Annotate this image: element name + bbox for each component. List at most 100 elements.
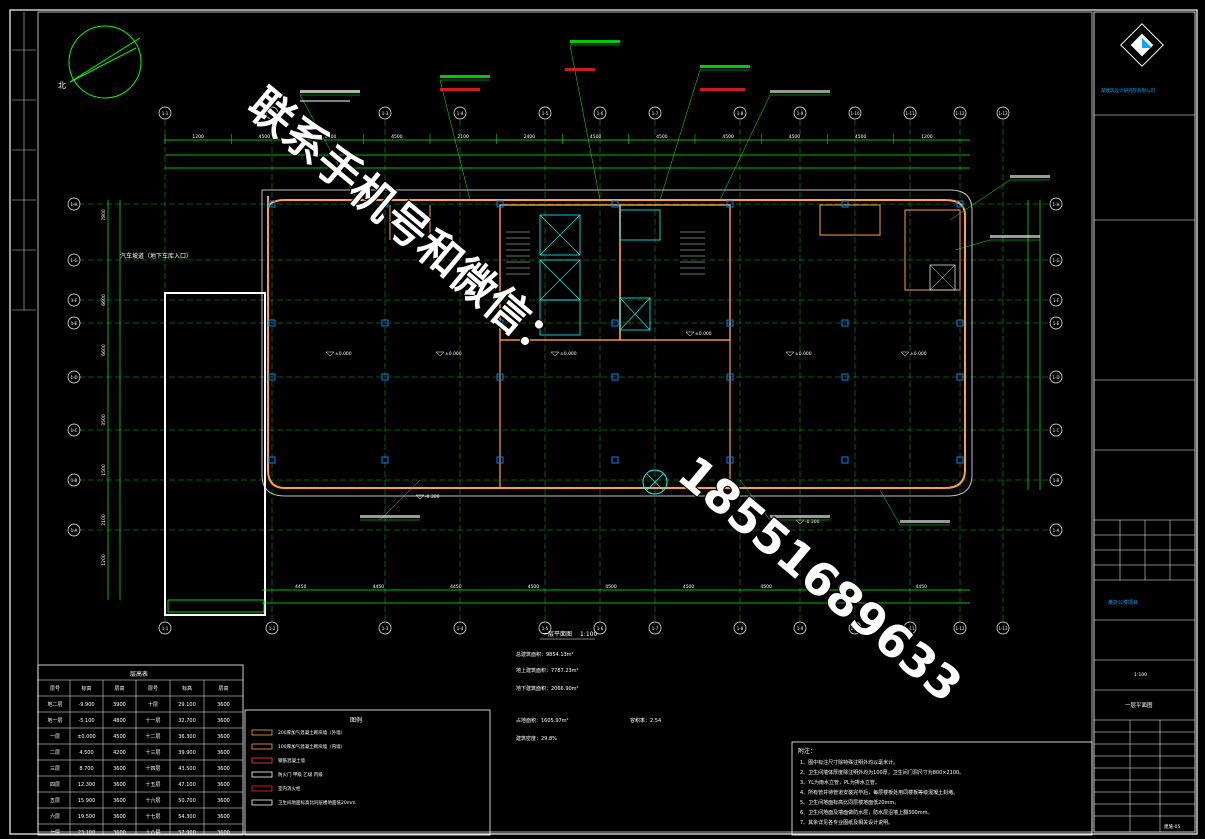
- drawing-frame: [9, 9, 1198, 835]
- legend-swatch: [251, 743, 273, 750]
- table-cell: 43.500: [178, 766, 196, 772]
- table-header: 层号: [50, 686, 60, 692]
- dim-label-left: 6600: [101, 294, 107, 306]
- svg-text:图例: 图例: [350, 716, 362, 724]
- legend-swatch: [251, 757, 273, 764]
- axis-label: 1-7: [652, 111, 659, 116]
- table-cell: 4.500: [79, 750, 93, 756]
- table-cell: 3600: [217, 766, 230, 772]
- watermark: 联系手机号和微信： 18551689633: [237, 78, 973, 713]
- legend-swatch: [251, 771, 273, 778]
- area-stat: 建筑密度：29.8%: [516, 735, 557, 742]
- svg-text:一层平面图: 一层平面图: [542, 631, 572, 638]
- axis-bubble-right: 1-C: [1049, 423, 1063, 437]
- axis-label: 1-1: [162, 626, 169, 631]
- dim-label-bottom: 4450: [295, 584, 307, 590]
- legend-label: 卫生间地面标高比同层楼地面低20mm: [278, 799, 356, 806]
- axis-label: 1-9: [797, 626, 804, 631]
- table-cell: 十二层: [145, 733, 160, 740]
- table-cell: 十七层: [145, 813, 160, 820]
- column: [841, 456, 849, 464]
- table-cell: 十六层: [145, 797, 160, 804]
- table-cell: 36.300: [178, 734, 196, 740]
- table-cell: 50.700: [178, 798, 196, 804]
- floor-height-table: 层高表 层号 标高 层高 层号 标高 层高地二层 -9.900 3900 十层 29.100 360…: [37, 664, 244, 836]
- axis-label: 1-B: [71, 478, 78, 483]
- table-cell: 3600: [217, 750, 230, 756]
- axis-bubble-top: 1-8: [733, 106, 747, 120]
- elevation-mark: ±0.000: [785, 351, 812, 357]
- dim-label-left: 6600: [101, 344, 107, 356]
- axis-label: 1-G: [1052, 258, 1059, 263]
- project-name: 某办公楼项目: [1108, 599, 1138, 606]
- axis-label: 1-3: [382, 626, 389, 631]
- note-line: 7、其余详见各专业图纸及相关设计说明。: [800, 819, 893, 826]
- axis-bubble-bottom: 1-7: [648, 621, 662, 635]
- table-cell: 地一层: [47, 717, 62, 724]
- svg-text:层高表: 层高表: [130, 670, 148, 678]
- table-cell: 二层: [50, 750, 60, 756]
- svg-text:±0.000: ±0.000: [560, 351, 577, 357]
- dim-label-top: 4500: [789, 134, 801, 140]
- legend-item: 100厚加气混凝土砌块墙（内墙）: [251, 743, 345, 750]
- cad-drawing-canvas: 北 1-11-11-21-21-31-31-41-41-51-51-61-61-…: [9, 9, 1198, 836]
- table-cell: 3600: [113, 766, 126, 772]
- table-cell: 32.700: [178, 718, 196, 724]
- axis-bubble-left: 1-A: [67, 523, 81, 537]
- table-cell: 三层: [50, 766, 60, 772]
- area-stat: 总建筑面积：9854.13m²: [516, 651, 574, 658]
- note-line: 4、所有管井待管道安装完毕后，每层楼板处用同楼板等级混凝土封堵。: [800, 789, 958, 796]
- sheet-scale: 1:100: [1134, 672, 1147, 678]
- axis-label: 1-4: [457, 111, 464, 116]
- dim-label-bottom: 4450: [450, 584, 462, 590]
- axis-bubble-right: 1-D: [1049, 370, 1063, 384]
- elevation-mark: ±0.000: [685, 331, 712, 337]
- table-cell: 七层: [50, 829, 60, 836]
- axis-bubble-bottom: 1-8: [733, 621, 747, 635]
- dim-label-top: 1200: [192, 134, 204, 140]
- north-arrow: 北: [58, 25, 142, 99]
- dim-label-bottom: 4500: [683, 584, 695, 590]
- table-cell: 十层: [148, 701, 158, 708]
- table-cell: 十八层: [145, 829, 160, 836]
- table-cell: ±0.000: [77, 734, 96, 740]
- axis-bubble-right: 1-G: [1049, 253, 1063, 267]
- table-cell: 3900: [113, 702, 126, 708]
- table-cell: 47.100: [178, 782, 196, 788]
- table-cell: -5.100: [78, 718, 94, 724]
- legend-label: 室内消火栓: [278, 785, 301, 792]
- axis-label: 1-2: [269, 626, 276, 631]
- table-cell: 3600: [113, 798, 126, 804]
- svg-text:附注：: 附注：: [798, 747, 816, 755]
- axis-label: 1-E: [1053, 321, 1060, 326]
- area-stat: 地下建筑面积：2066.90m²: [516, 685, 579, 692]
- svg-text:±0.000: ±0.000: [795, 351, 812, 357]
- table-cell: 12.300: [78, 782, 96, 788]
- dim-label-left: 1500: [101, 464, 107, 476]
- table-cell: 3600: [217, 734, 230, 740]
- axis-bubble-top: 1-9: [793, 106, 807, 120]
- elevation-mark: -0.300: [415, 494, 440, 500]
- axis-label: 1-D: [1052, 375, 1059, 380]
- table-cell: 3600: [217, 702, 230, 708]
- elevation-mark: ±0.000: [325, 351, 352, 357]
- legend-swatch: [251, 799, 273, 806]
- building-outline: [261, 189, 973, 497]
- axis-bubble-bottom: 1-4: [453, 621, 467, 635]
- dim-label-left: 1200: [101, 554, 107, 566]
- table-cell: 39.900: [178, 750, 196, 756]
- axis-bubble-left: 1-F: [67, 293, 81, 307]
- axis-bubble-left: 1-E: [67, 316, 81, 330]
- table-header: 层号: [148, 686, 158, 692]
- dim-label-top: 2400: [524, 134, 536, 140]
- annex-label: 汽车坡道（地下车库入口）: [120, 252, 192, 260]
- axis-bubble-right: 1-F: [1049, 293, 1063, 307]
- table-cell: 8.700: [79, 766, 93, 772]
- table-header: 标高: [182, 685, 192, 692]
- dim-label-top: 4500: [722, 134, 734, 140]
- axis-bubble-top: 1-13: [996, 106, 1010, 120]
- axis-bubble-right: 1-B: [1049, 473, 1063, 487]
- axis-label: 1-F: [1053, 298, 1060, 303]
- dim-label-bottom: 4500: [760, 584, 772, 590]
- axis-bubble-top: 1-12: [953, 106, 967, 120]
